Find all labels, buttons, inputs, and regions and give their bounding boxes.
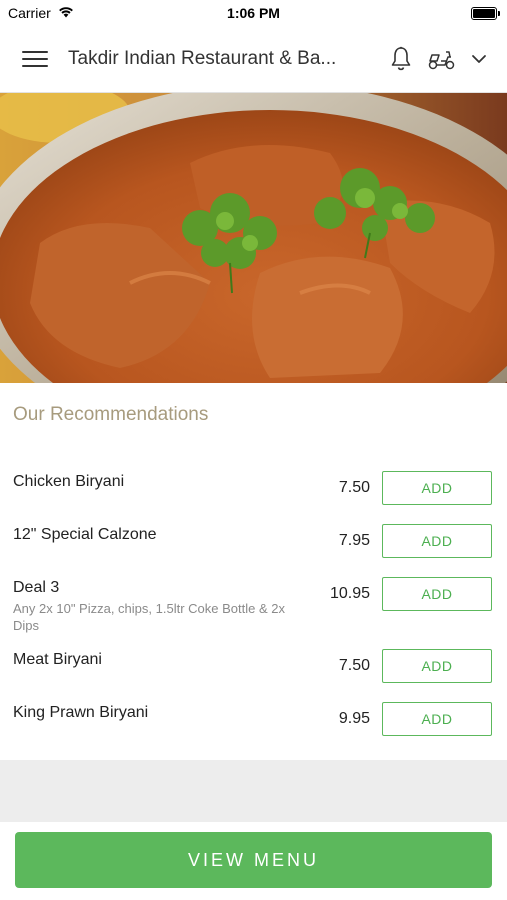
add-button[interactable]: ADD [382, 702, 492, 736]
restaurant-title: Takdir Indian Restaurant & Ba... [68, 48, 337, 69]
item-name: Chicken Biryani [13, 473, 125, 490]
item-name: Deal 3 [13, 579, 60, 596]
recommendations-title: Our Recommendations [13, 404, 209, 425]
item-name: Meat Biryani [13, 651, 102, 668]
add-button[interactable]: ADD [382, 577, 492, 611]
bell-icon[interactable] [389, 46, 413, 72]
add-button[interactable]: ADD [382, 649, 492, 683]
recommendation-item: Deal 3 Any 2x 10" Pizza, chips, 1.5ltr C… [0, 577, 507, 637]
chevron-down-icon[interactable] [471, 53, 487, 65]
status-time: 1:06 PM [227, 5, 280, 21]
recommendation-item: King Prawn Biryani 9.95 ADD [0, 702, 507, 738]
item-price: 7.95 [338, 532, 370, 549]
app-header: Takdir Indian Restaurant & Ba... [0, 26, 507, 93]
footer: VIEW MENU [0, 822, 507, 900]
section-divider [0, 760, 507, 822]
recommendation-item: Meat Biryani 7.50 ADD [0, 649, 507, 685]
item-price: 7.50 [338, 479, 370, 496]
header-icons [389, 46, 507, 72]
recommendation-item: Chicken Biryani 7.50 ADD [0, 471, 507, 507]
view-menu-button[interactable]: VIEW MENU [15, 832, 492, 888]
item-price: 9.95 [338, 710, 370, 727]
delivery-scooter-icon[interactable] [427, 47, 457, 71]
item-description: Any 2x 10" Pizza, chips, 1.5ltr Coke Bot… [13, 601, 285, 633]
item-price: 10.95 [329, 585, 370, 602]
hero-food-image [0, 93, 507, 383]
battery-icon [471, 6, 500, 20]
item-name: King Prawn Biryani [13, 704, 149, 721]
hamburger-menu-icon[interactable] [22, 46, 48, 72]
status-bar: Carrier 1:06 PM [0, 0, 507, 26]
recommendation-item: 12" Special Calzone 7.95 ADD [0, 524, 507, 560]
add-button[interactable]: ADD [382, 471, 492, 505]
add-button[interactable]: ADD [382, 524, 492, 558]
item-price: 7.50 [338, 657, 370, 674]
item-name: 12" Special Calzone [13, 526, 157, 543]
